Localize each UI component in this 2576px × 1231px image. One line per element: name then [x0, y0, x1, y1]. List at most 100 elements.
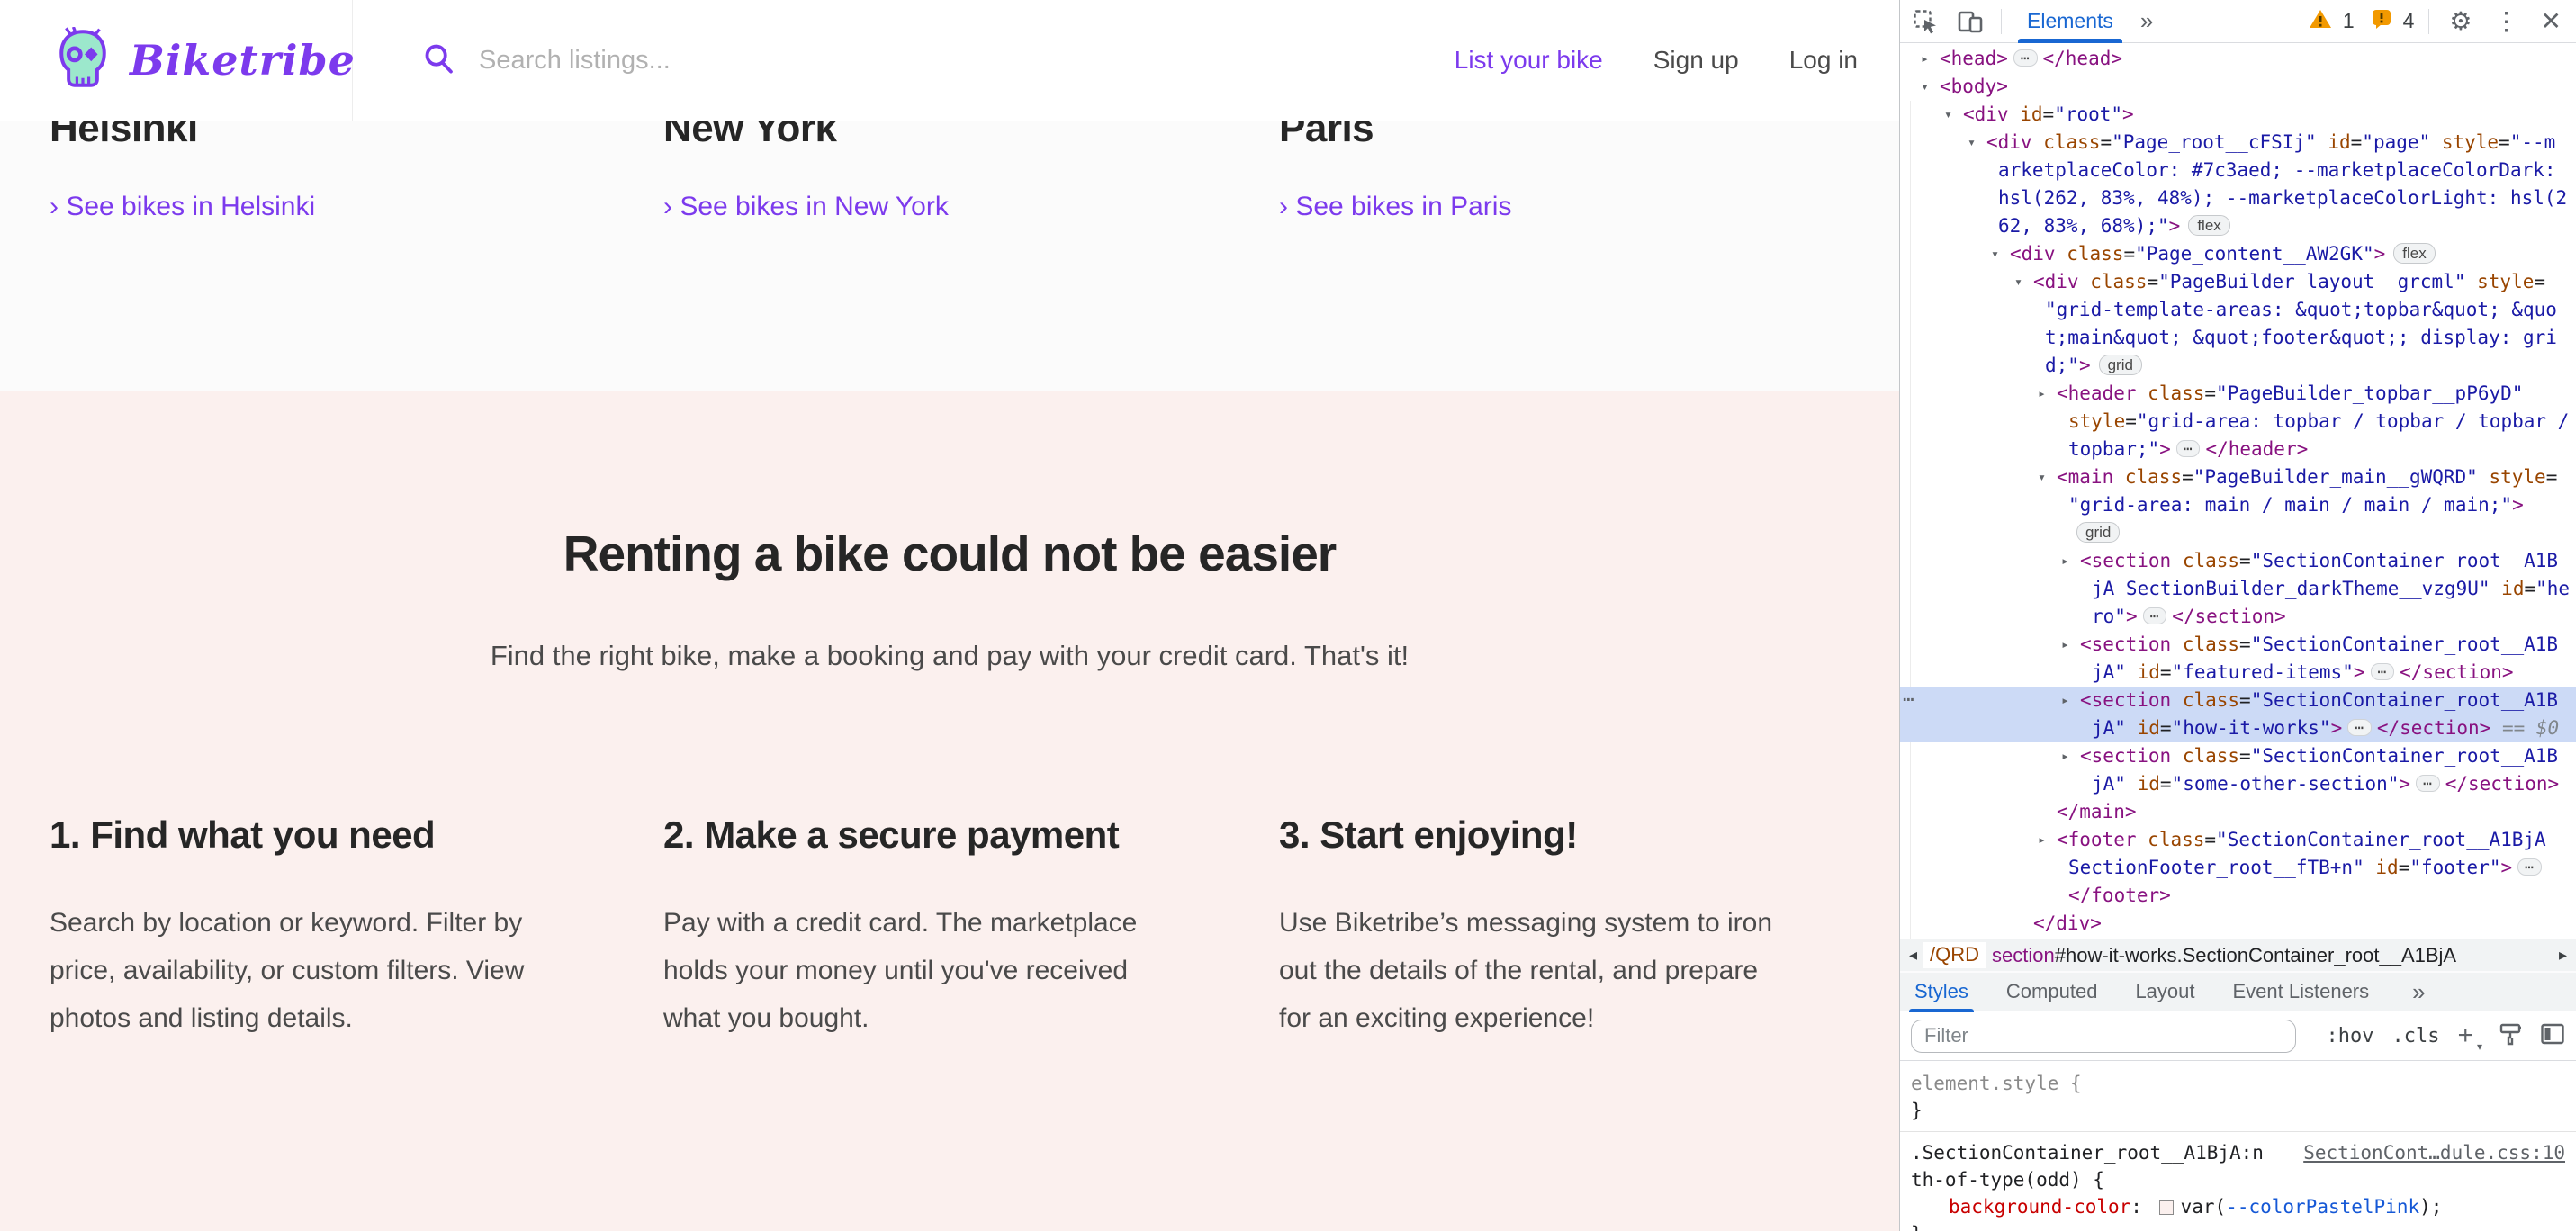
collapse-arrow-icon[interactable]: ▾	[1968, 129, 1976, 157]
see-bikes-paris-link[interactable]: › See bikes in Paris	[1279, 192, 1511, 222]
tab-elements[interactable]: Elements	[2014, 0, 2126, 43]
row-options-icon[interactable]: ⋯	[1903, 687, 1915, 713]
dom-tree-row[interactable]: ▾<div class="Page_root__cFSIj" id="page"…	[1900, 129, 2576, 157]
see-bikes-helsinki-link[interactable]: › See bikes in Helsinki	[50, 192, 315, 222]
collapse-arrow-icon[interactable]: ▾	[2038, 463, 2046, 491]
dom-tree-row[interactable]: ▾<body>	[1900, 73, 2576, 101]
collapsed-content-icon[interactable]: ⋯	[2416, 775, 2440, 792]
dom-tree-row[interactable]: </main>	[1900, 798, 2576, 826]
list-your-bike-link[interactable]: List your bike	[1455, 46, 1603, 75]
dom-tree-row[interactable]: "grid-template-areas: &quot;topbar&quot;…	[1900, 296, 2576, 324]
css-variable-link[interactable]: --colorPastelPink	[2226, 1196, 2419, 1218]
dom-tree-row[interactable]: ▸<footer class="SectionContainer_root__A…	[1900, 826, 2576, 854]
styles-filter-input[interactable]	[1911, 1020, 2296, 1053]
collapse-arrow-icon[interactable]: ▾	[2014, 268, 2022, 296]
crumb-left-arrow-icon[interactable]: ◂	[1905, 946, 1921, 965]
dom-tree-row[interactable]: d;">grid	[1900, 352, 2576, 380]
expand-arrow-icon[interactable]: ▸	[2061, 631, 2069, 659]
color-swatch[interactable]	[2159, 1200, 2174, 1215]
background-color-declaration[interactable]: background-color: var(--colorPastelPink)…	[1911, 1193, 2565, 1220]
dom-tree-row[interactable]: ⋯▸<section class="SectionContainer_root_…	[1900, 687, 2576, 714]
code-segment: "grid-template-areas: &quot;topbar&quot;…	[2045, 299, 2557, 320]
issue-count: 4	[2403, 9, 2415, 33]
close-devtools-icon[interactable]: ✕	[2535, 6, 2567, 36]
dom-tree-row[interactable]: jA SectionBuilder_darkTheme__vzg9U" id="…	[1900, 575, 2576, 603]
sidebar-more-tabs-icon[interactable]: »	[2407, 978, 2430, 1006]
layout-badge[interactable]: flex	[2188, 215, 2229, 236]
toggle-sidebar-icon[interactable]	[2540, 1022, 2565, 1050]
dom-tree-row[interactable]: ▾<div id="root">	[1900, 101, 2576, 129]
dom-tree-row[interactable]: ▸<header class="PageBuilder_topbar__pP6y…	[1900, 380, 2576, 408]
collapsed-content-icon[interactable]: ⋯	[2176, 440, 2201, 457]
search-input[interactable]	[479, 46, 1163, 76]
dom-tree-row[interactable]: jA" id="some-other-section">⋯</section>	[1900, 770, 2576, 798]
crumb-selected[interactable]: section#how-it-works.SectionContainer_ro…	[1992, 944, 2456, 967]
stylesheet-source-link[interactable]: SectionCont…dule.css:10	[2303, 1139, 2565, 1166]
dom-tree-row[interactable]: "grid-area: main / main / main / main;">	[1900, 491, 2576, 519]
dom-tree-row[interactable]: 62, 83%, 68%);">flex	[1900, 212, 2576, 240]
rendering-brush-icon[interactable]	[2499, 1022, 2522, 1050]
see-bikes-new-york-link[interactable]: › See bikes in New York	[663, 192, 949, 222]
tab-styles[interactable]: Styles	[1914, 972, 1968, 1012]
issues-icon[interactable]	[2371, 8, 2392, 34]
dom-tree-row[interactable]: SectionFooter_root__fTB+n" id="footer">⋯	[1900, 854, 2576, 882]
tab-layout[interactable]: Layout	[2135, 972, 2194, 1012]
layout-badge[interactable]: grid	[2099, 355, 2142, 375]
expand-arrow-icon[interactable]: ▸	[2038, 380, 2046, 408]
expand-arrow-icon[interactable]: ▸	[2061, 687, 2069, 714]
dom-tree-row[interactable]: ▾<div class="Page_content__AW2GK">flex	[1900, 240, 2576, 268]
code-segment	[2171, 745, 2183, 767]
dom-tree-row[interactable]: </div>	[1900, 910, 2576, 938]
log-in-link[interactable]: Log in	[1789, 46, 1858, 75]
inspect-element-icon[interactable]	[1907, 4, 1943, 40]
dom-tree-row[interactable]: </footer>	[1900, 882, 2576, 910]
dom-tree-row[interactable]: ▾<main class="PageBuilder_main__gWQRD" s…	[1900, 463, 2576, 491]
toggle-hover-state-button[interactable]: :hov	[2327, 1025, 2374, 1047]
dom-tree-row[interactable]: ▸<head>⋯</head>	[1900, 45, 2576, 73]
collapsed-content-icon[interactable]: ⋯	[2143, 607, 2167, 624]
toggle-class-button[interactable]: .cls	[2391, 1025, 2439, 1047]
code-segment: id	[2138, 661, 2160, 683]
collapsed-content-icon[interactable]: ⋯	[2371, 663, 2395, 680]
sign-up-link[interactable]: Sign up	[1653, 46, 1739, 75]
collapse-arrow-icon[interactable]: ▾	[1944, 101, 1952, 129]
dom-tree-row[interactable]: t;main&quot; &quot;footer&quot;; display…	[1900, 324, 2576, 352]
dom-tree-row[interactable]: ▸<section class="SectionContainer_root__…	[1900, 631, 2576, 659]
dom-tree-row[interactable]: topbar;">⋯</header>	[1900, 436, 2576, 463]
warning-icon[interactable]	[2309, 8, 2332, 34]
new-style-rule-icon[interactable]: +▾	[2457, 1020, 2481, 1051]
dom-tree-row[interactable]: ▸<section class="SectionContainer_root__…	[1900, 742, 2576, 770]
dom-tree-row[interactable]: jA" id="featured-items">⋯</section>	[1900, 659, 2576, 687]
code-segment: ro"	[2092, 606, 2126, 627]
crumb-right-arrow-icon[interactable]: ▸	[2555, 946, 2571, 965]
code-segment: =	[2499, 131, 2510, 153]
dom-tree-row[interactable]: ro">⋯</section>	[1900, 603, 2576, 631]
device-toolbar-icon[interactable]	[1952, 4, 1988, 40]
dom-tree-row[interactable]: grid	[1900, 519, 2576, 547]
expand-arrow-icon[interactable]: ▸	[2061, 547, 2069, 575]
dom-tree-row[interactable]: ▸<section class="SectionContainer_root__…	[1900, 547, 2576, 575]
collapse-arrow-icon[interactable]: ▾	[1921, 73, 1929, 101]
tab-computed[interactable]: Computed	[2006, 972, 2098, 1012]
collapsed-content-icon[interactable]: ⋯	[2517, 858, 2542, 876]
element-style-rule[interactable]: element.style {	[1911, 1070, 2565, 1097]
settings-gear-icon[interactable]: ⚙	[2444, 6, 2477, 36]
collapse-arrow-icon[interactable]: ▾	[1991, 240, 1999, 268]
dom-tree-row[interactable]: hsl(262, 83%, 48%); --marketplaceColorLi…	[1900, 184, 2576, 212]
tab-event-listeners[interactable]: Event Listeners	[2233, 972, 2370, 1012]
expand-arrow-icon[interactable]: ▸	[2061, 742, 2069, 770]
more-tabs-icon[interactable]: »	[2135, 7, 2158, 35]
dom-tree-row[interactable]: ▾<div class="PageBuilder_layout__grcml" …	[1900, 268, 2576, 296]
kebab-menu-icon[interactable]: ⋮	[2489, 6, 2525, 36]
collapsed-content-icon[interactable]: ⋯	[2347, 719, 2372, 736]
dom-tree-row[interactable]: jA" id="how-it-works">⋯</section> == $0	[1900, 714, 2576, 742]
dom-tree-row[interactable]: arketplaceColor: #7c3aed; --marketplaceC…	[1900, 157, 2576, 184]
collapsed-content-icon[interactable]: ⋯	[2013, 49, 2038, 67]
dom-tree-row[interactable]: style="grid-area: topbar / topbar / topb…	[1900, 408, 2576, 436]
expand-arrow-icon[interactable]: ▸	[1921, 45, 1929, 73]
layout-badge[interactable]: grid	[2076, 522, 2120, 543]
brand-logo[interactable]: Biketribe	[0, 0, 353, 121]
expand-arrow-icon[interactable]: ▸	[2038, 826, 2046, 854]
crumb-main[interactable]: /QRD	[1923, 942, 1986, 968]
layout-badge[interactable]: flex	[2393, 243, 2435, 264]
